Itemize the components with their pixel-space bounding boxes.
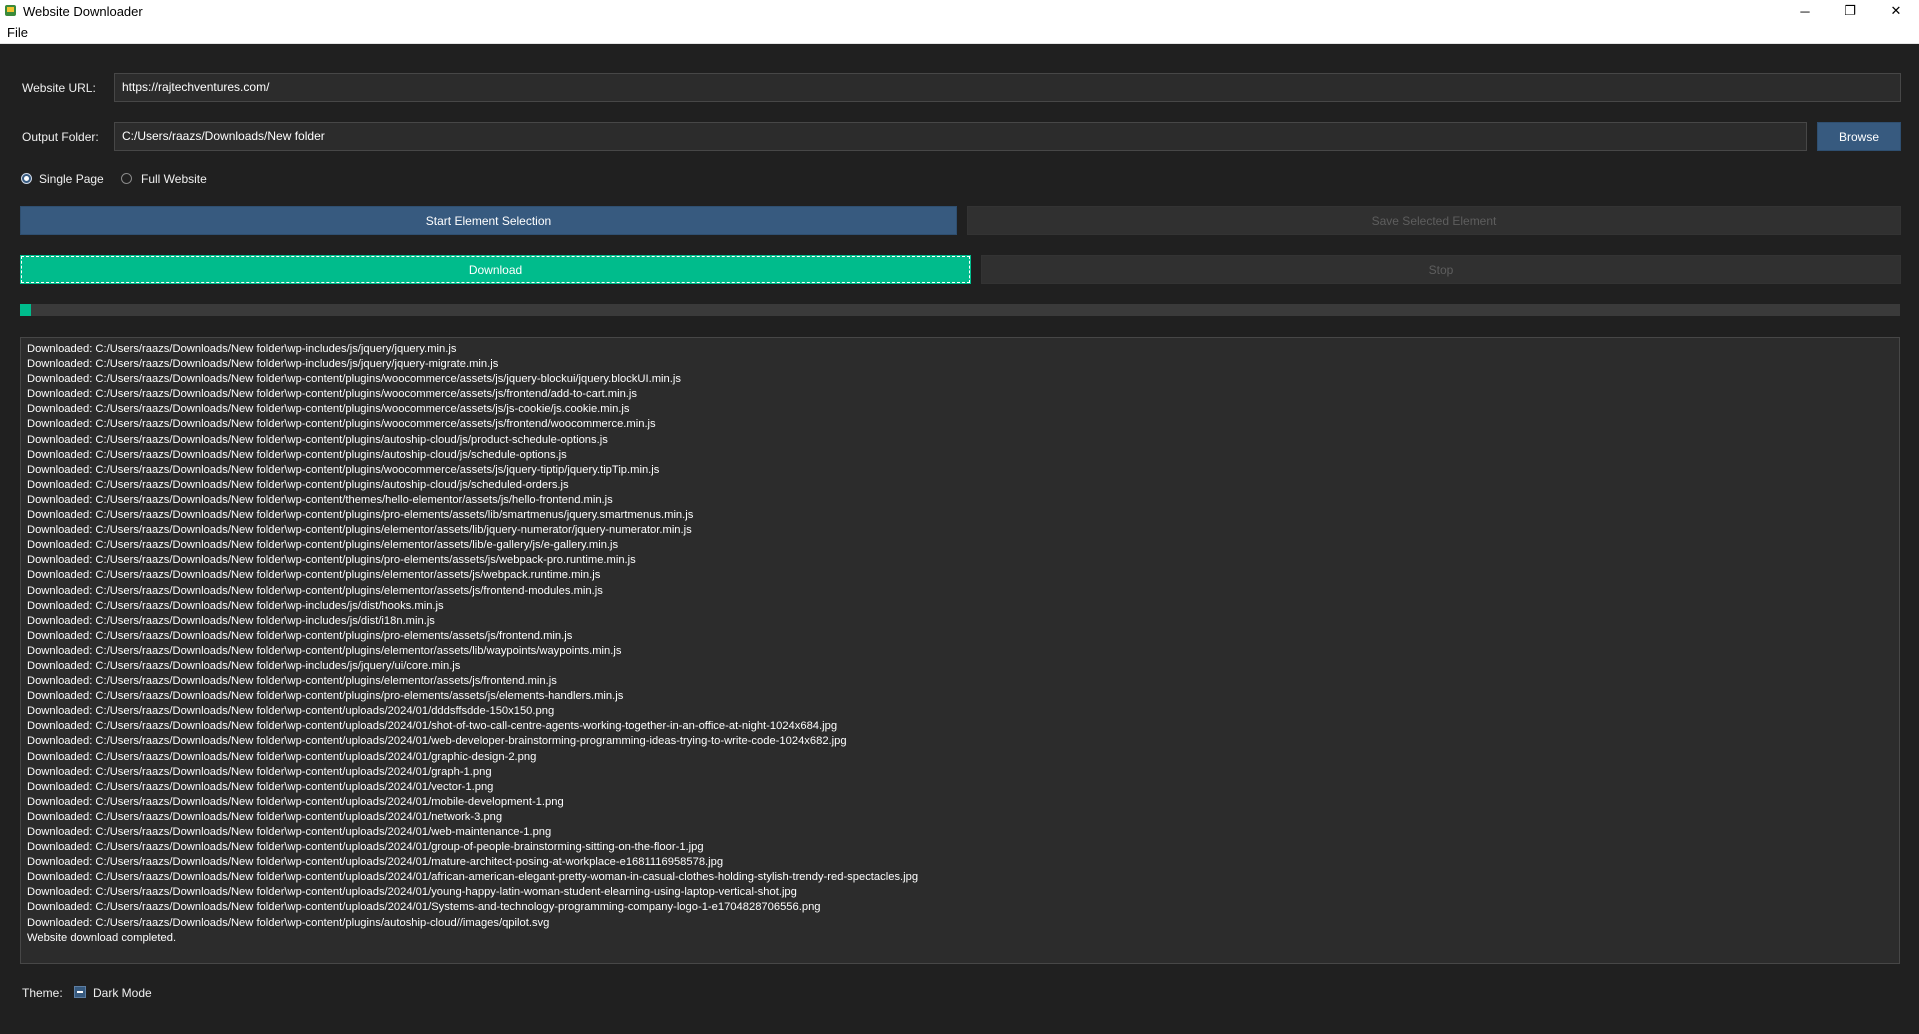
log-textarea[interactable]: Downloaded: C:/Users/raazs/Downloads/New… [20,337,1900,964]
website-url-input[interactable]: https://rajtechventures.com/ [114,73,1901,102]
log-line: Downloaded: C:/Users/raazs/Downloads/New… [27,735,847,748]
maximize-icon[interactable]: ❐ [1827,0,1873,22]
log-line: Downloaded: C:/Users/raazs/Downloads/New… [27,584,603,597]
progress-fill [20,304,31,316]
log-line: Downloaded: C:/Users/raazs/Downloads/New… [27,418,656,431]
log-line: Downloaded: C:/Users/raazs/Downloads/New… [27,856,724,869]
log-line: Downloaded: C:/Users/raazs/Downloads/New… [27,358,499,371]
stop-button[interactable]: Stop [981,255,1901,284]
log-line: Downloaded: C:/Users/raazs/Downloads/New… [27,795,564,808]
log-line: Downloaded: C:/Users/raazs/Downloads/New… [27,463,660,476]
log-line: Downloaded: C:/Users/raazs/Downloads/New… [27,478,569,491]
single-page-label[interactable]: Single Page [39,172,104,186]
output-folder-label: Output Folder: [22,130,99,144]
minimize-icon[interactable]: ─ [1782,0,1828,22]
log-line: Downloaded: C:/Users/raazs/Downloads/New… [27,554,636,567]
log-line: Downloaded: C:/Users/raazs/Downloads/New… [27,901,821,914]
start-element-selection-button[interactable]: Start Element Selection [20,206,957,235]
log-line: Downloaded: C:/Users/raazs/Downloads/New… [27,826,552,838]
log-line: Downloaded: C:/Users/raazs/Downloads/New… [27,886,797,899]
close-icon[interactable]: ✕ [1873,0,1919,22]
log-line: Downloaded: C:/Users/raazs/Downloads/New… [27,871,919,884]
log-line: Downloaded: C:/Users/raazs/Downloads/New… [27,539,619,552]
log-line: Downloaded: C:/Users/raazs/Downloads/New… [27,675,557,688]
app-icon [5,5,16,16]
full-website-radio[interactable] [121,173,132,184]
log-line: Downloaded: C:/Users/raazs/Downloads/New… [27,720,838,733]
window-title: Website Downloader [23,4,143,19]
log-line: Downloaded: C:/Users/raazs/Downloads/New… [27,750,537,763]
website-url-label: Website URL: [22,81,96,95]
log-line: Downloaded: C:/Users/raazs/Downloads/New… [27,916,550,929]
log-line: Downloaded: C:/Users/raazs/Downloads/New… [27,614,435,627]
save-selected-element-button[interactable]: Save Selected Element [967,206,1901,235]
log-line: Downloaded: C:/Users/raazs/Downloads/New… [27,493,613,506]
log-line: Downloaded: C:/Users/raazs/Downloads/New… [27,509,694,522]
log-line: Downloaded: C:/Users/raazs/Downloads/New… [27,599,444,612]
title-bar: Website Downloader ─ ❐ ✕ [0,0,1919,22]
log-line: Downloaded: C:/Users/raazs/Downloads/New… [27,705,555,718]
log-line: Downloaded: C:/Users/raazs/Downloads/New… [27,403,630,416]
log-line: Downloaded: C:/Users/raazs/Downloads/New… [27,629,573,642]
log-line: Downloaded: C:/Users/raazs/Downloads/New… [27,690,624,703]
output-folder-input[interactable]: C:/Users/raazs/Downloads/New folder [114,122,1807,151]
browse-button[interactable]: Browse [1817,122,1901,151]
log-line: Website download completed. [27,931,177,944]
theme-label: Theme: [22,986,63,1000]
log-line: Downloaded: C:/Users/raazs/Downloads/New… [27,841,704,854]
log-line: Downloaded: C:/Users/raazs/Downloads/New… [27,765,492,778]
download-button[interactable]: Download [20,255,971,284]
log-line: Downloaded: C:/Users/raazs/Downloads/New… [27,388,637,401]
menu-file[interactable]: File [7,25,28,40]
log-line: Downloaded: C:/Users/raazs/Downloads/New… [27,373,681,386]
menu-bar: File [0,22,1919,44]
log-line: Downloaded: C:/Users/raazs/Downloads/New… [27,448,567,461]
log-line: Downloaded: C:/Users/raazs/Downloads/New… [27,524,692,537]
dark-mode-label[interactable]: Dark Mode [93,986,152,1000]
log-line: Downloaded: C:/Users/raazs/Downloads/New… [27,569,601,582]
log-line: Downloaded: C:/Users/raazs/Downloads/New… [27,780,494,793]
progress-bar [20,304,1900,316]
full-website-label[interactable]: Full Website [141,172,207,186]
log-line: Downloaded: C:/Users/raazs/Downloads/New… [27,659,461,672]
dark-mode-checkbox[interactable] [74,986,86,998]
log-line: Downloaded: C:/Users/raazs/Downloads/New… [27,343,457,355]
log-line: Downloaded: C:/Users/raazs/Downloads/New… [27,644,622,657]
log-line: Downloaded: C:/Users/raazs/Downloads/New… [27,433,608,446]
log-line: Downloaded: C:/Users/raazs/Downloads/New… [27,810,503,823]
single-page-radio[interactable] [21,173,32,184]
